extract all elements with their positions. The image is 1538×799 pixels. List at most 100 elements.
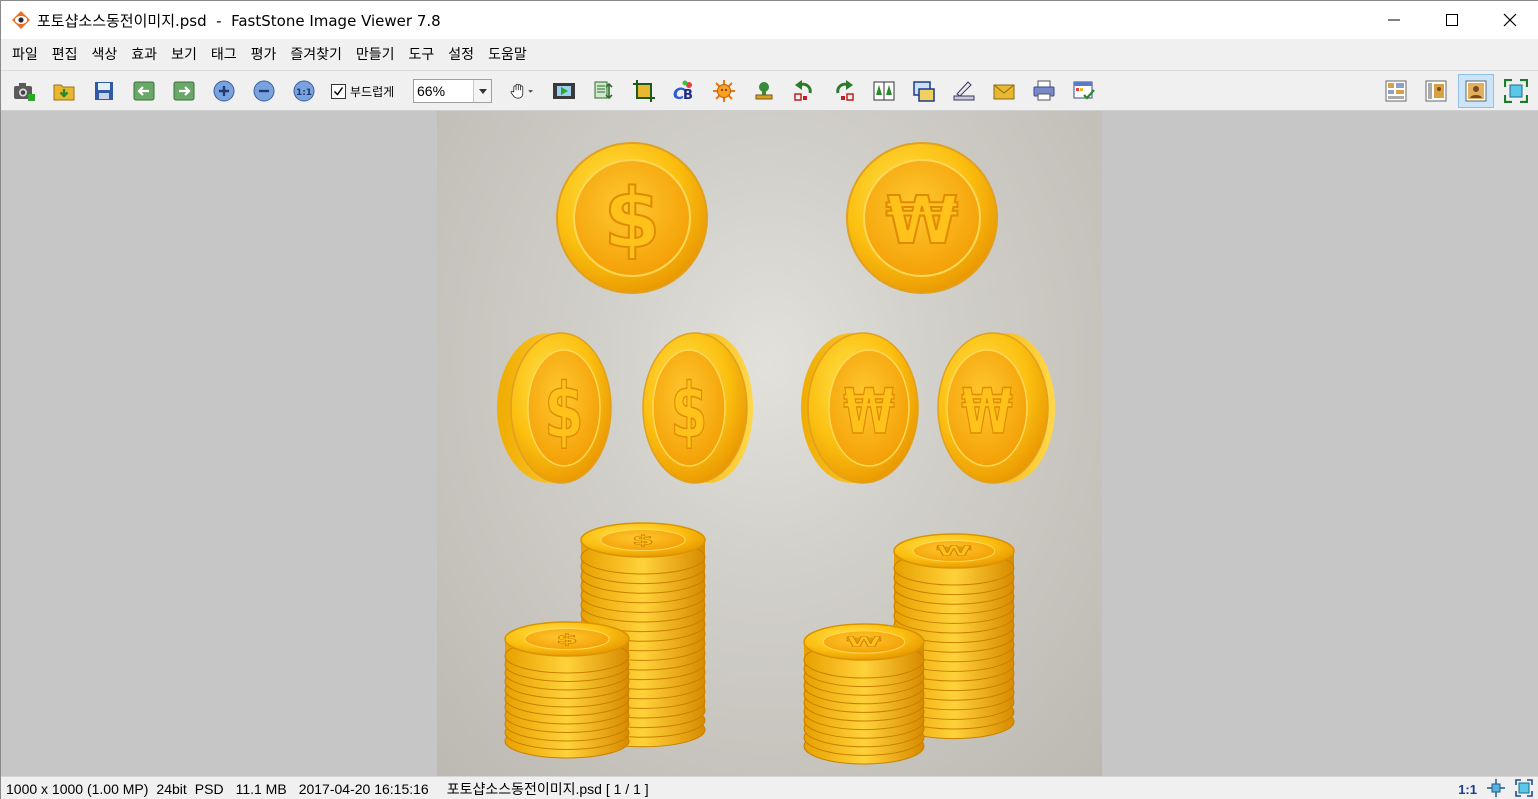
fullscreen-status-button[interactable] <box>1515 779 1533 799</box>
slideshow-button[interactable] <box>550 77 578 105</box>
fullscreen-button[interactable] <box>1502 77 1530 105</box>
menu-help[interactable]: 도움말 <box>481 40 534 70</box>
stamp-button[interactable] <box>750 77 778 105</box>
flip-icon <box>873 81 895 101</box>
svg-text:₩: ₩ <box>847 634 882 649</box>
menu-tools[interactable]: 도구 <box>402 40 442 70</box>
close-button[interactable] <box>1481 1 1538 39</box>
zoom-in-button[interactable] <box>210 77 238 105</box>
dollar-coin-front: $ <box>556 142 708 294</box>
actual-size-icon: 1:1 <box>293 80 315 102</box>
rotate-left-icon <box>794 80 812 101</box>
maximize-button[interactable] <box>1423 1 1481 39</box>
acquire-camera-button[interactable] <box>10 77 38 105</box>
image-viewport[interactable]: $ ₩ $ $ ₩ ₩ $ $ ₩ ₩ <box>437 111 1102 776</box>
smooth-checkbox[interactable] <box>331 83 346 99</box>
svg-text:$: $ <box>556 631 578 646</box>
svg-text:₩: ₩ <box>937 543 972 558</box>
won-coin-tilted-left: ₩ <box>801 332 919 484</box>
minimize-button[interactable] <box>1365 1 1423 39</box>
envelope-icon <box>993 84 1015 100</box>
fit-window-icon <box>1487 779 1505 797</box>
status-bitdepth: 24bit <box>156 780 187 797</box>
zoom-dropdown-button[interactable] <box>473 80 491 102</box>
svg-text:1:1: 1:1 <box>296 88 312 98</box>
rotate-right-icon <box>836 80 854 101</box>
draw-icon <box>953 81 975 101</box>
crop-button[interactable] <box>630 77 658 105</box>
email-button[interactable] <box>990 77 1018 105</box>
menu-view[interactable]: 보기 <box>164 40 204 70</box>
open-folder-button[interactable] <box>50 77 78 105</box>
sun-icon <box>713 80 735 102</box>
camera-icon <box>14 83 35 101</box>
window-title: 포토샵소스동전이미지.psd - FastStone Image Viewer … <box>37 11 441 30</box>
flip-button[interactable] <box>870 77 898 105</box>
svg-text:$: $ <box>544 367 584 455</box>
app-eye-icon <box>12 11 30 29</box>
app-window: 포토샵소스동전이미지.psd - FastStone Image Viewer … <box>0 0 1538 799</box>
menu-tags[interactable]: 태그 <box>204 40 244 70</box>
rotate-left-button[interactable] <box>790 77 818 105</box>
color-balance-icon: CB <box>673 80 693 103</box>
crop-icon <box>633 80 655 102</box>
fit-window-button[interactable] <box>1487 779 1505 799</box>
zoom-ratio-button[interactable]: 1:1 <box>1458 782 1477 797</box>
zoom-value[interactable]: 66% <box>414 80 473 102</box>
image-canvas[interactable]: $ ₩ $ $ ₩ ₩ $ $ ₩ ₩ <box>1 111 1538 776</box>
next-button[interactable] <box>170 77 198 105</box>
zoom-out-button[interactable] <box>250 77 278 105</box>
svg-text:₩: ₩ <box>961 375 1012 447</box>
arrow-left-icon <box>133 81 155 101</box>
layout-fullview-button[interactable] <box>1458 74 1494 108</box>
title-bar[interactable]: 포토샵소스동전이미지.psd - FastStone Image Viewer … <box>1 1 1538 39</box>
fullscreen-icon <box>1504 79 1528 103</box>
close-icon <box>1503 13 1517 27</box>
status-datetime: 2017-04-20 16:15:16 <box>298 780 429 797</box>
smooth-toggle[interactable]: 부드럽게 <box>331 80 394 102</box>
arrow-right-icon <box>173 81 195 101</box>
layout-browser-button[interactable] <box>1382 77 1410 105</box>
menu-favorites[interactable]: 즐겨찾기 <box>283 40 349 70</box>
status-filename: 포토샵소스동전이미지.psd [ 1 / 1 ] <box>446 780 649 797</box>
chevron-down-icon <box>478 88 487 94</box>
save-icon <box>95 82 113 100</box>
dollar-coin-tilted-right: $ <box>642 332 753 484</box>
menu-file[interactable]: 파일 <box>5 40 45 70</box>
zoom-select[interactable]: 66% <box>413 79 492 103</box>
won-coin-tilted-right: ₩ <box>937 332 1055 484</box>
brightness-button[interactable] <box>710 77 738 105</box>
svg-text:$: $ <box>603 172 660 267</box>
color-balance-button[interactable]: CB <box>670 77 698 105</box>
printer-icon <box>1033 80 1055 101</box>
previous-button[interactable] <box>130 77 158 105</box>
svg-text:₩: ₩ <box>843 375 894 447</box>
status-dimensions: 1000 x 1000 (1.00 MP) <box>6 780 149 797</box>
print-button[interactable] <box>1030 77 1058 105</box>
settings-button[interactable] <box>1070 77 1098 105</box>
actual-size-button[interactable]: 1:1 <box>290 77 318 105</box>
menu-bar: 파일 편집 색상 효과 보기 태그 평가 즐겨찾기 만들기 도구 설정 도움말 <box>1 39 1538 71</box>
preview-layout-icon <box>1425 80 1447 102</box>
menu-colors[interactable]: 색상 <box>85 40 125 70</box>
layout-preview-button[interactable] <box>1422 77 1450 105</box>
draw-button[interactable] <box>950 77 978 105</box>
pan-tool-button[interactable] <box>501 77 541 105</box>
menu-edit[interactable]: 편집 <box>45 40 85 70</box>
window-controls <box>1365 1 1538 39</box>
menu-settings[interactable]: 설정 <box>441 40 481 70</box>
resize-icon <box>594 81 613 100</box>
rotate-right-button[interactable] <box>830 77 858 105</box>
status-right-controls: 1:1 <box>1458 779 1533 799</box>
menu-rating[interactable]: 평가 <box>244 40 284 70</box>
canvas-size-button[interactable] <box>910 77 938 105</box>
coin-stacks: $ $ ₩ ₩ <box>504 522 1015 765</box>
status-bar: 1000 x 1000 (1.00 MP) 24bit PSD 11.1 MB … <box>1 776 1538 799</box>
resize-button[interactable] <box>590 77 618 105</box>
menu-create[interactable]: 만들기 <box>349 40 402 70</box>
zoom-in-icon <box>213 80 235 102</box>
menu-effects[interactable]: 효과 <box>124 40 164 70</box>
stamp-icon <box>755 82 773 100</box>
save-button[interactable] <box>90 77 118 105</box>
svg-text:$: $ <box>670 367 707 455</box>
